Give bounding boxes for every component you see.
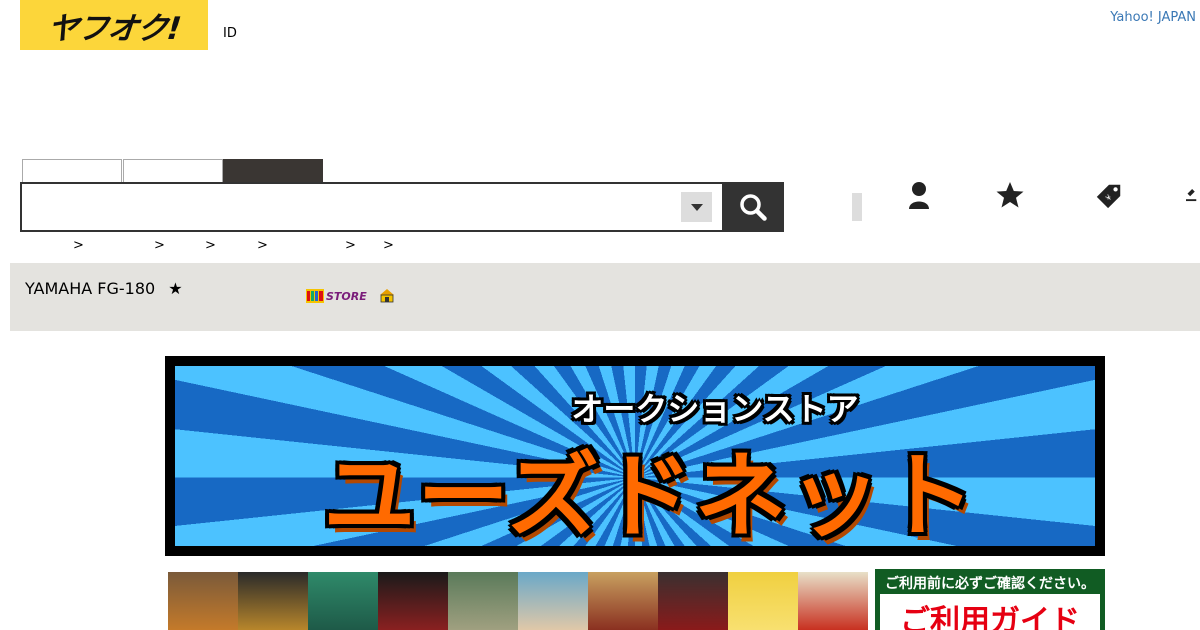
record-cover: [588, 572, 658, 630]
breadcrumb-separator: >: [73, 238, 84, 253]
category-dropdown[interactable]: [681, 192, 712, 222]
record-cover: [518, 572, 588, 630]
watchlist-button[interactable]: [995, 180, 1025, 210]
search-tab-1[interactable]: [22, 159, 122, 182]
breadcrumb-separator: >: [345, 238, 356, 253]
sell-button[interactable]: ¥: [1094, 180, 1124, 210]
guide-notice: ご利用前に必ずご確認ください。: [885, 576, 1095, 592]
star-icon: [996, 182, 1024, 208]
banner-title: ユーズドネット: [323, 443, 977, 546]
record-cover: [238, 572, 308, 630]
item-title-text: YAMAHA FG-180: [25, 279, 156, 298]
search-box: [20, 182, 724, 232]
store-badge-label: STORE: [326, 289, 367, 303]
header-divider: [852, 193, 862, 221]
breadcrumb-separator: >: [205, 238, 216, 253]
item-star: ★: [168, 279, 183, 298]
store-badge[interactable]: STORE: [306, 289, 367, 303]
guide-title-box: ご利用ガイド: [880, 594, 1100, 630]
search-icon: [740, 194, 767, 221]
item-title: YAMAHA FG-180 ★: [25, 279, 183, 298]
logo-text: ヤフオク!: [45, 10, 182, 47]
my-auction-button[interactable]: [904, 180, 934, 210]
breadcrumb-separator: >: [154, 238, 165, 253]
user-icon: [909, 182, 929, 209]
record-cover: [308, 572, 378, 630]
shop-icon: [378, 287, 396, 307]
search-button[interactable]: [722, 182, 784, 232]
breadcrumb-separator: >: [257, 238, 268, 253]
breadcrumb-separator: >: [383, 238, 394, 253]
banner-image: オークションストア ユーズドネット: [175, 366, 1095, 546]
record-cover: [728, 572, 798, 630]
record-cover: [798, 572, 868, 630]
record-cover: [378, 572, 448, 630]
guide-title: ご利用ガイド: [900, 604, 1080, 630]
record-cover: [658, 572, 728, 630]
caret-down-icon: [690, 204, 703, 211]
record-cover: [448, 572, 518, 630]
search-tab-3-active[interactable]: [223, 159, 323, 182]
store-banner[interactable]: オークションストア ユーズドネット: [165, 356, 1105, 556]
record-covers-banner[interactable]: [168, 572, 868, 630]
price-tag-icon: ¥: [1096, 184, 1121, 209]
usage-guide-banner[interactable]: ご利用前に必ずご確認ください。 ご利用ガイド: [875, 569, 1105, 630]
search-tab-2[interactable]: [123, 159, 223, 182]
yahoo-japan-link[interactable]: Yahoo! JAPAN: [1110, 10, 1196, 25]
record-cover: [168, 572, 238, 630]
id-label: ID: [223, 26, 237, 41]
item-title-band: YAMAHA FG-180 ★ STORE: [10, 263, 1200, 331]
search-input[interactable]: [26, 188, 680, 228]
gavel-icon: [1186, 189, 1197, 202]
bid-button[interactable]: [1186, 180, 1200, 210]
yafuoku-logo[interactable]: ヤフオク!: [20, 0, 208, 50]
store-icon: [306, 289, 324, 303]
